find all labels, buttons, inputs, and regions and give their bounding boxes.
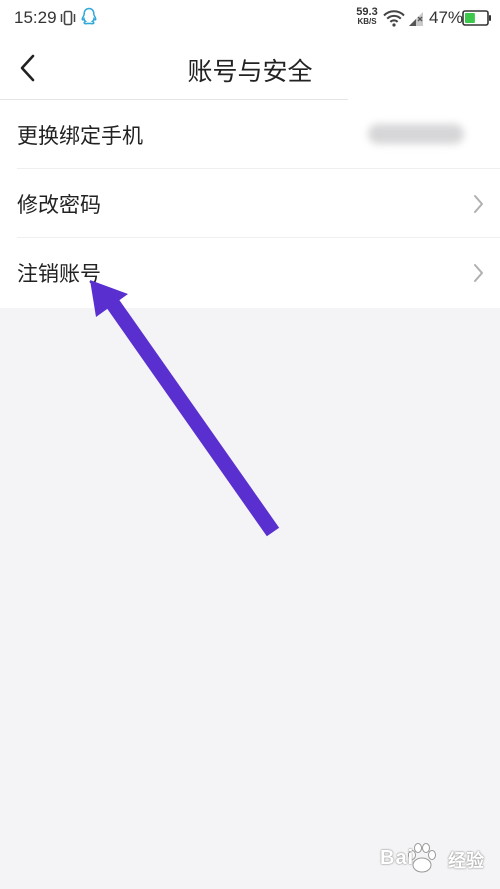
- baidu-watermark: Bai 经验: [340, 838, 490, 878]
- watermark-text: Bai: [380, 847, 415, 869]
- annotation-arrow: [90, 280, 280, 537]
- watermark-text-cn: 经验: [448, 851, 484, 872]
